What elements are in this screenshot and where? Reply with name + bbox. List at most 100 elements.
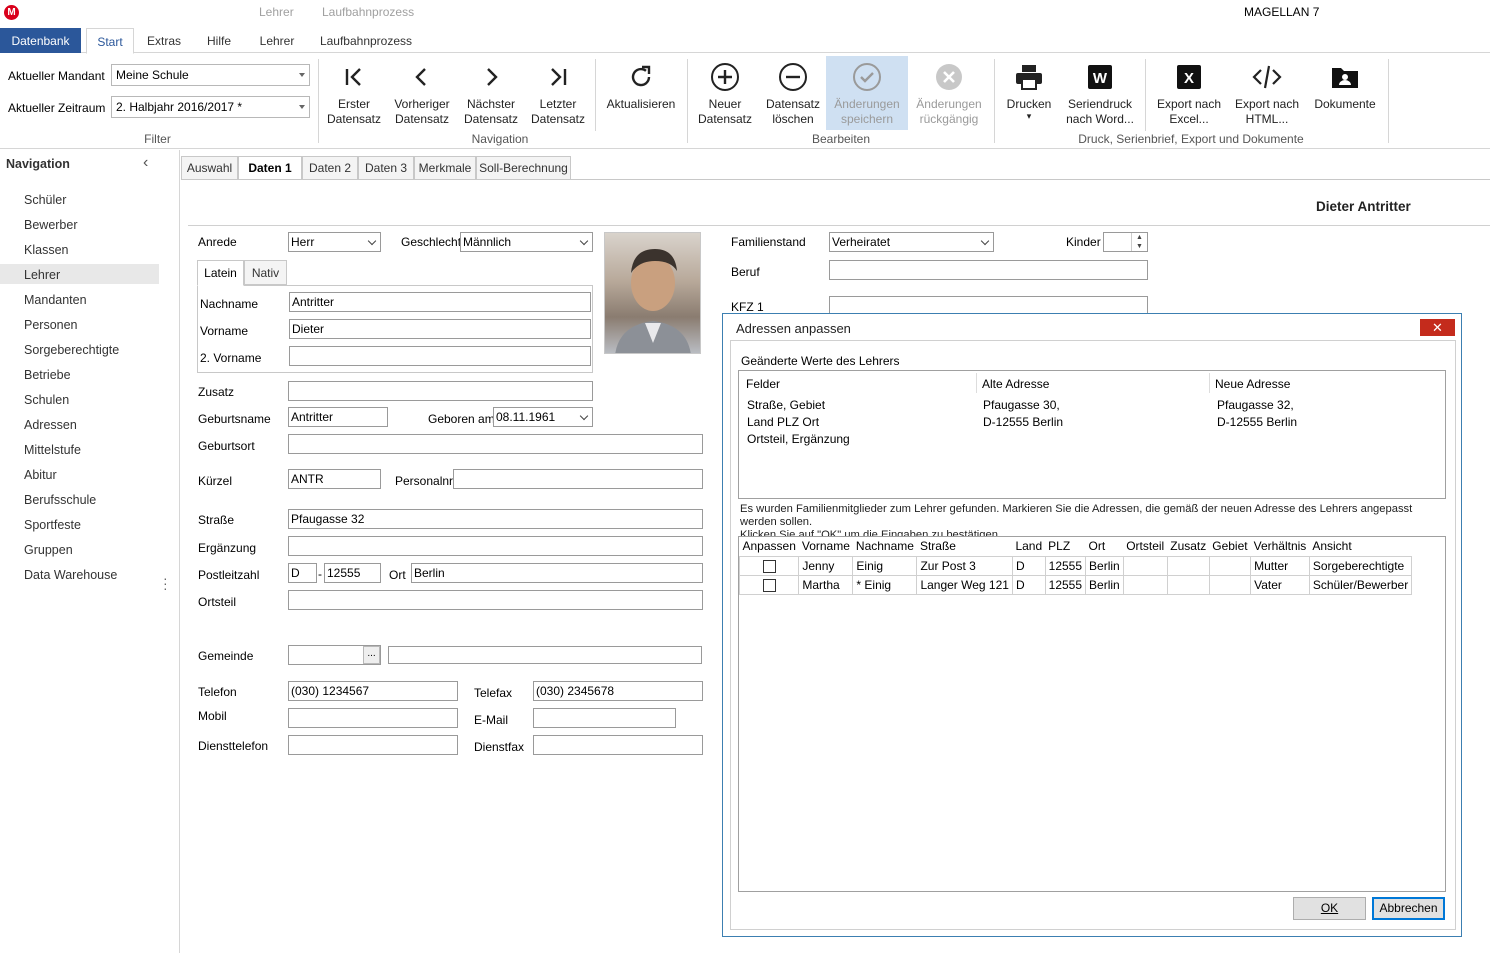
geburtsname-field[interactable]: Antritter	[288, 407, 388, 427]
subtab-latein[interactable]: Latein	[197, 260, 244, 286]
anpassen-checkbox[interactable]	[762, 559, 776, 573]
word-merge-button[interactable]: W Seriendruck nach Word...	[1062, 60, 1138, 127]
mobil-field[interactable]	[288, 708, 458, 728]
menu-tab-laufbahnprozess[interactable]: Laufbahnprozess	[316, 28, 416, 53]
tab-soll-berechnung[interactable]: Soll-Berechnung	[476, 156, 571, 180]
anpassen-checkbox[interactable]	[762, 578, 776, 592]
nav-item-personen[interactable]: Personen	[24, 318, 78, 332]
nav-item-abitur[interactable]: Abitur	[24, 468, 57, 482]
email-field[interactable]	[533, 708, 676, 728]
beruf-field[interactable]	[829, 260, 1148, 280]
kfz-field[interactable]	[829, 296, 1148, 314]
header-land[interactable]: Land	[1012, 537, 1045, 556]
header-anpassen[interactable]: Anpassen	[740, 537, 799, 556]
telefax-field[interactable]: (030) 2345678	[533, 681, 703, 701]
nav-item-schueler[interactable]: Schüler	[24, 193, 66, 207]
diensttelefon-field[interactable]	[288, 735, 458, 755]
header-ansicht[interactable]: Ansicht	[1309, 537, 1411, 556]
header-plz[interactable]: PLZ	[1045, 537, 1085, 556]
nav-item-klassen[interactable]: Klassen	[24, 243, 68, 257]
tab-merkmale[interactable]: Merkmale	[414, 156, 476, 180]
tab-auswahl[interactable]: Auswahl	[181, 156, 238, 180]
ort-field[interactable]: Berlin	[411, 563, 703, 583]
ergaenzung-field[interactable]	[288, 536, 703, 556]
previous-record-button[interactable]: Vorheriger Datensatz	[390, 60, 454, 127]
menu-tab-hilfe[interactable]: Hilfe	[198, 28, 240, 53]
nav-item-adressen[interactable]: Adressen	[24, 418, 77, 432]
header-nachname[interactable]: Nachname	[853, 537, 917, 556]
nav-item-bewerber[interactable]: Bewerber	[24, 218, 78, 232]
nav-item-lehrer[interactable]: Lehrer	[24, 268, 60, 282]
cancel-button[interactable]: Abbrechen	[1372, 897, 1445, 920]
table-row[interactable]: Martha * Einig Langer Weg 121 D 12555 Be…	[738, 574, 1413, 595]
dialog-close-button[interactable]: ✕	[1420, 319, 1455, 336]
familienstand-select[interactable]: Verheiratet	[829, 232, 994, 252]
vorname2-field[interactable]	[289, 346, 591, 366]
tab-daten-1[interactable]: Daten 1	[238, 156, 302, 180]
header-gebiet[interactable]: Gebiet	[1209, 537, 1250, 556]
land-field[interactable]: D	[288, 563, 317, 583]
anpassen-cell[interactable]	[738, 574, 800, 595]
ortsteil-field[interactable]	[288, 590, 703, 610]
strasse-field[interactable]: Pfaugasse 32	[288, 509, 703, 529]
menu-tab-extras[interactable]: Extras	[142, 28, 186, 53]
tab-daten-2[interactable]: Daten 2	[302, 156, 358, 180]
save-changes-button[interactable]: Änderungen speichern	[826, 56, 908, 130]
first-record-button[interactable]: Erster Datensatz	[324, 60, 384, 127]
nav-item-betriebe[interactable]: Betriebe	[24, 368, 71, 382]
delete-record-button[interactable]: Datensatz löschen	[762, 60, 824, 127]
menu-tab-start[interactable]: Start	[86, 28, 134, 54]
nav-item-schulen[interactable]: Schulen	[24, 393, 69, 407]
nav-item-data-warehouse[interactable]: Data Warehouse	[24, 568, 117, 582]
header-ort[interactable]: Ort	[1086, 537, 1124, 556]
menu-tab-lehrer[interactable]: Lehrer	[253, 28, 301, 53]
vorname-field[interactable]: Dieter	[289, 319, 591, 339]
header-zusatz[interactable]: Zusatz	[1167, 537, 1209, 556]
geboren-date-picker[interactable]: 08.11.1961	[493, 407, 593, 427]
geschlecht-select[interactable]: Männlich	[460, 232, 593, 252]
telefon-field[interactable]: (030) 1234567	[288, 681, 458, 701]
zusatz-field[interactable]	[288, 381, 593, 401]
mandant-select[interactable]: Meine Schule	[111, 64, 310, 86]
header-strasse[interactable]: Straße	[917, 537, 1013, 556]
anpassen-cell[interactable]	[738, 555, 800, 576]
table-row[interactable]: Jenny Einig Zur Post 3 D 12555 Berlin Mu…	[738, 555, 1413, 576]
print-button[interactable]: Drucken ▾	[1002, 60, 1056, 121]
spinner-arrows-icon[interactable]: ▲ ▼	[1131, 233, 1147, 251]
nav-item-mittelstufe[interactable]: Mittelstufe	[24, 443, 81, 457]
tab-daten-3[interactable]: Daten 3	[358, 156, 414, 180]
nachname-field[interactable]: Antritter	[289, 292, 591, 312]
refresh-button[interactable]: Aktualisieren	[602, 60, 680, 112]
ok-button[interactable]: OK	[1293, 897, 1366, 920]
nav-item-berufsschule[interactable]: Berufsschule	[24, 493, 96, 507]
zeitraum-select[interactable]: 2. Halbjahr 2016/2017 *	[111, 96, 310, 118]
header-verhaeltnis[interactable]: Verhältnis	[1251, 537, 1310, 556]
export-html-button[interactable]: Export nach HTML...	[1230, 60, 1304, 127]
last-record-button[interactable]: Letzter Datensatz	[528, 60, 588, 127]
menu-tab-datenbank[interactable]: Datenbank	[0, 28, 81, 53]
new-record-button[interactable]: Neuer Datensatz	[694, 60, 756, 127]
export-excel-button[interactable]: X Export nach Excel...	[1152, 60, 1226, 127]
documents-button[interactable]: Dokumente	[1310, 60, 1380, 112]
collapse-chevron-icon[interactable]: ‹	[143, 154, 148, 172]
subtab-nativ[interactable]: Nativ	[244, 260, 287, 285]
gemeinde-browse-button[interactable]: ...	[363, 646, 380, 664]
plz-field[interactable]: 12555	[324, 563, 381, 583]
header-vorname[interactable]: Vorname	[799, 537, 853, 556]
dienstfax-field[interactable]	[533, 735, 703, 755]
splitter-grip-icon[interactable]: · · ·	[163, 571, 168, 595]
next-record-button[interactable]: Nächster Datensatz	[460, 60, 522, 127]
nav-item-gruppen[interactable]: Gruppen	[24, 543, 73, 557]
personalnr-field[interactable]	[453, 469, 703, 489]
kuerzel-label: Kürzel	[198, 474, 233, 488]
anrede-select[interactable]: Herr	[288, 232, 381, 252]
nav-item-sportfeste[interactable]: Sportfeste	[24, 518, 81, 532]
teacher-photo[interactable]	[604, 232, 701, 354]
zusatz-cell	[1166, 574, 1210, 595]
header-ortsteil[interactable]: Ortsteil	[1123, 537, 1167, 556]
undo-changes-button[interactable]: Änderungen rückgängig	[910, 60, 988, 127]
nav-item-mandanten[interactable]: Mandanten	[24, 293, 87, 307]
geburtsort-field[interactable]	[288, 434, 703, 454]
kuerzel-field[interactable]: ANTR	[288, 469, 381, 489]
nav-item-sorgeberechtigte[interactable]: Sorgeberechtigte	[24, 343, 119, 357]
